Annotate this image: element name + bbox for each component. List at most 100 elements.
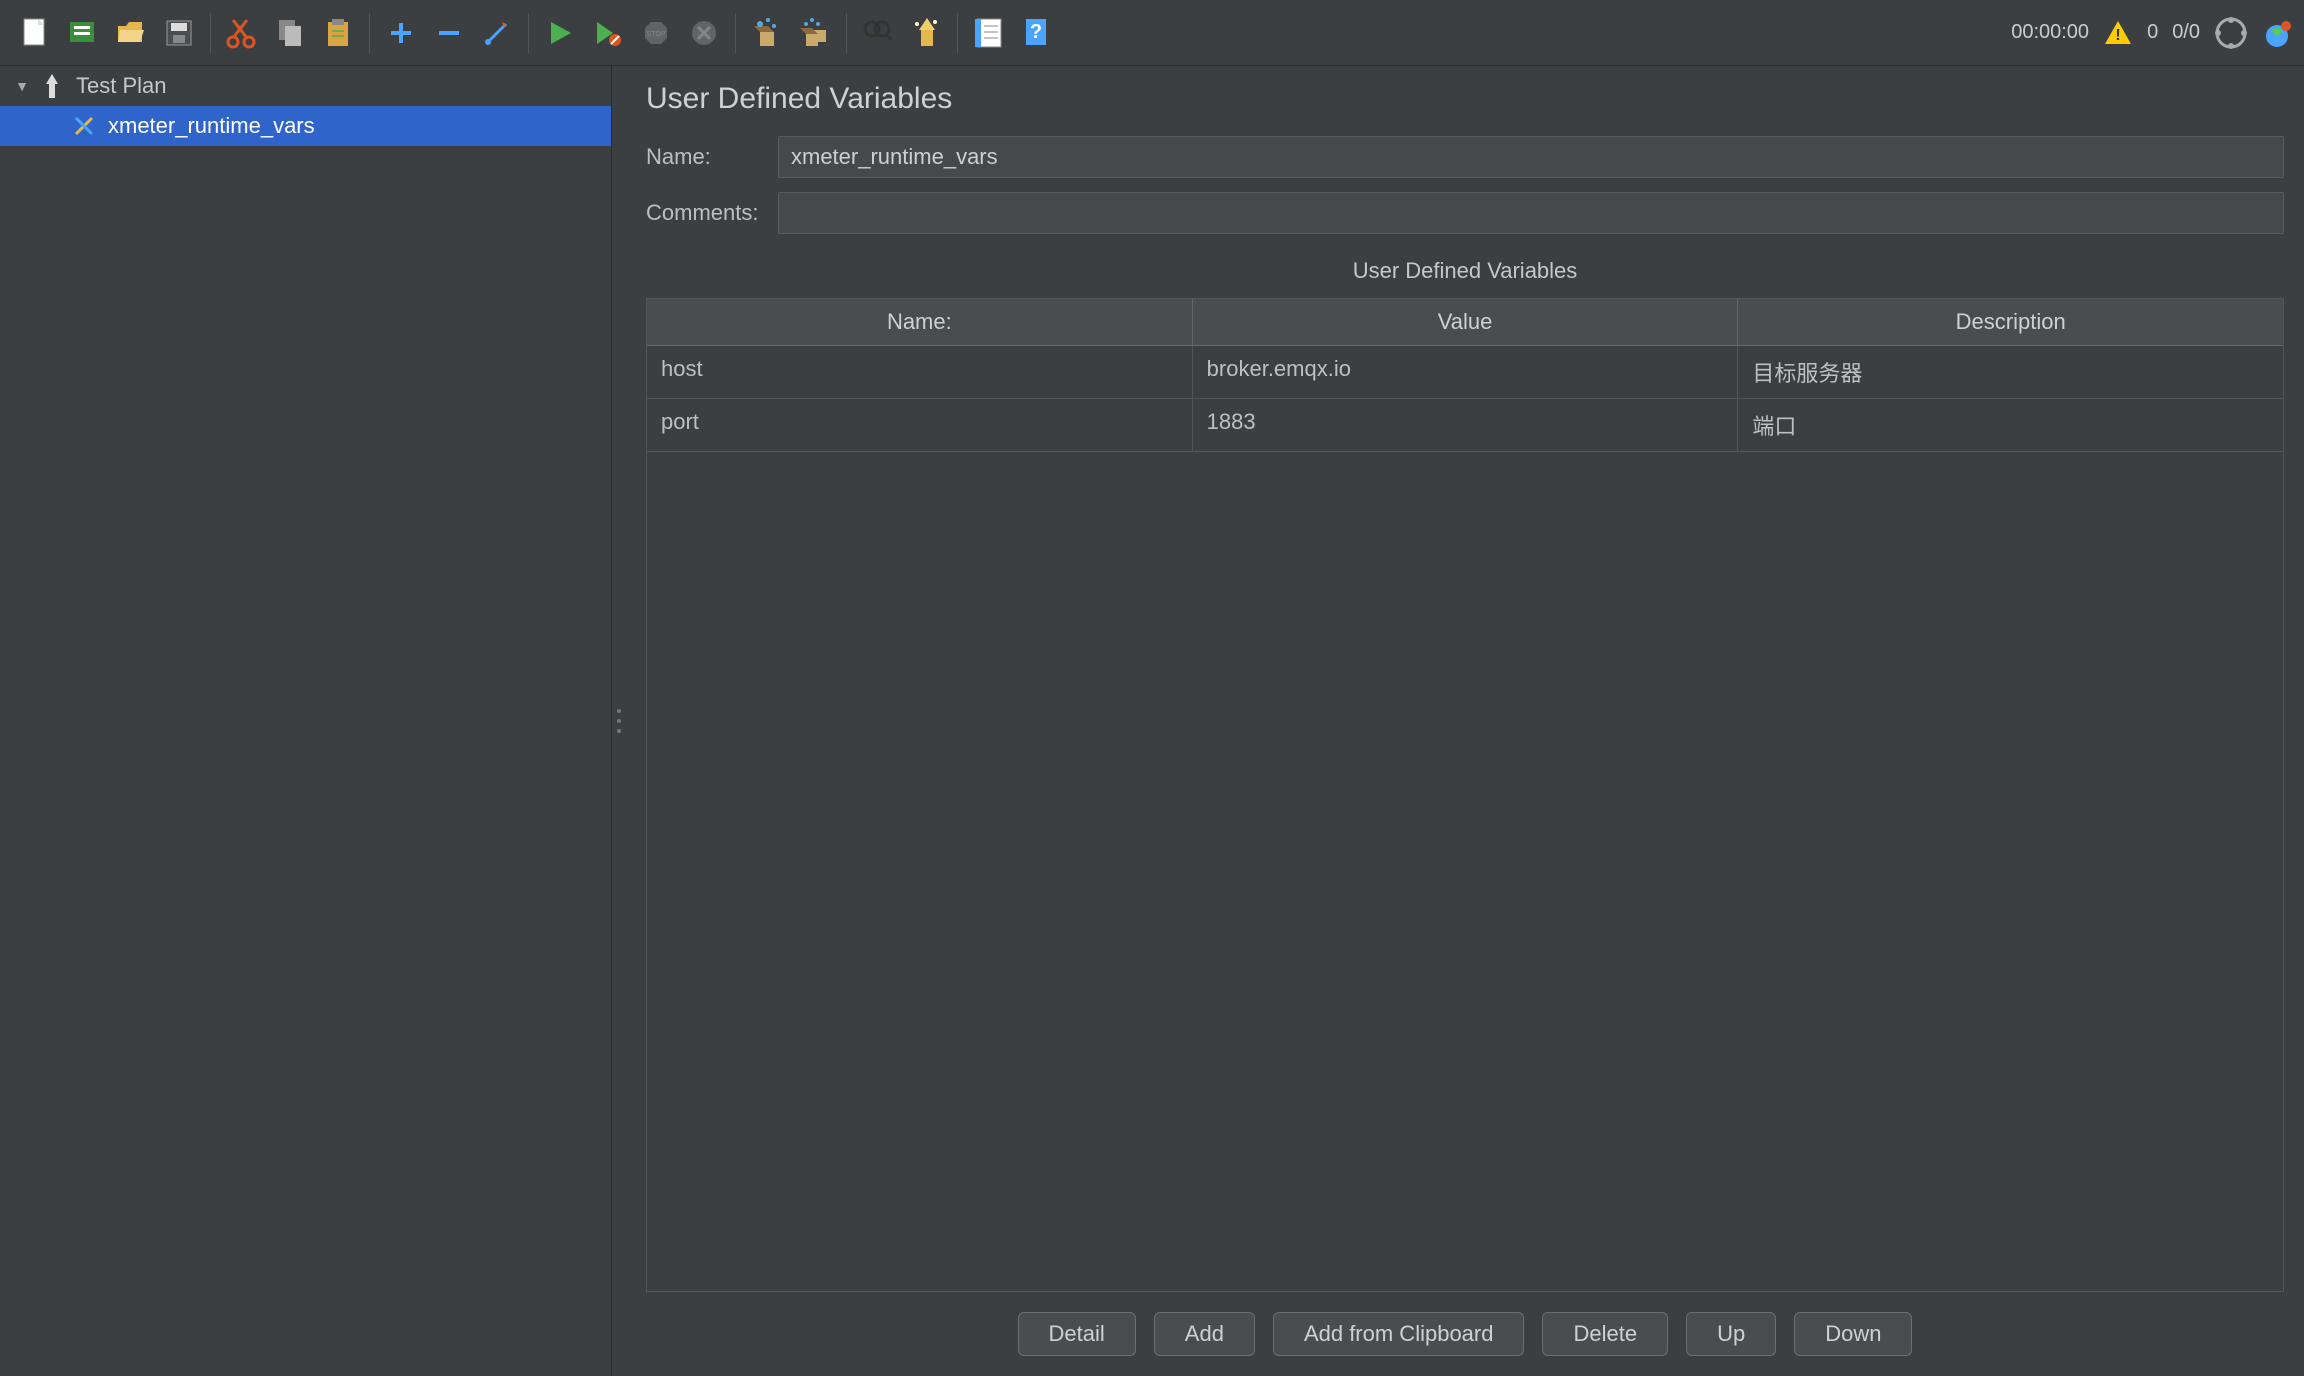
- cell-value[interactable]: broker.emqx.io: [1193, 346, 1739, 398]
- tree-item-label: xmeter_runtime_vars: [108, 113, 315, 139]
- function-helper-icon: [909, 16, 943, 50]
- detail-button[interactable]: Detail: [1018, 1312, 1136, 1356]
- toolbar-separator: [846, 13, 847, 53]
- new-button[interactable]: [12, 10, 58, 56]
- variables-table: Name: Value Description host broker.emqx…: [646, 298, 2284, 1292]
- table-row[interactable]: port 1883 端口: [647, 399, 2283, 452]
- column-header-value[interactable]: Value: [1193, 299, 1739, 345]
- column-header-name[interactable]: Name:: [647, 299, 1193, 345]
- editor-title: User Defined Variables: [646, 82, 2284, 116]
- svg-text:STOP: STOP: [647, 31, 666, 38]
- toolbar-separator: [528, 13, 529, 53]
- start-no-pause-icon: [593, 18, 623, 48]
- svg-text:?: ?: [1030, 21, 1042, 43]
- delete-button[interactable]: Delete: [1542, 1312, 1668, 1356]
- search-icon: [861, 16, 895, 50]
- clear-button[interactable]: [744, 10, 790, 56]
- options-button[interactable]: [966, 10, 1012, 56]
- toggle-icon: [480, 16, 514, 50]
- comments-row: Comments:: [646, 192, 2284, 234]
- table-body: host broker.emqx.io 目标服务器 port 1883 端口: [647, 346, 2283, 1291]
- clear-icon: [750, 16, 784, 50]
- paste-button[interactable]: [315, 10, 361, 56]
- open-button[interactable]: [108, 10, 154, 56]
- toolbar-group-file: [12, 10, 202, 56]
- toolbar: STOP: [0, 0, 2304, 66]
- shutdown-button[interactable]: [681, 10, 727, 56]
- toolbar-group-run: STOP: [537, 10, 727, 56]
- cell-name[interactable]: host: [647, 346, 1193, 398]
- splitter-grip-icon: [617, 709, 621, 733]
- toolbar-separator: [957, 13, 958, 53]
- copy-button[interactable]: [267, 10, 313, 56]
- new-file-icon: [18, 16, 52, 50]
- function-helper-button[interactable]: [903, 10, 949, 56]
- save-icon: [162, 16, 196, 50]
- comments-label: Comments:: [646, 200, 778, 226]
- comments-input[interactable]: [778, 192, 2284, 234]
- cell-name[interactable]: port: [647, 399, 1193, 451]
- variables-icon: [70, 114, 98, 138]
- clear-all-button[interactable]: [792, 10, 838, 56]
- cell-description[interactable]: 目标服务器: [1738, 346, 2283, 398]
- test-plan-icon: [38, 72, 66, 100]
- tree-root-label: Test Plan: [76, 73, 167, 99]
- tree-root[interactable]: ▼ Test Plan: [0, 66, 611, 106]
- stop-button[interactable]: STOP: [633, 10, 679, 56]
- search-button[interactable]: [855, 10, 901, 56]
- threads-gauge-icon: [2214, 16, 2248, 50]
- main-area: ▼ Test Plan xmeter_runtime_vars User Def…: [0, 66, 2304, 1376]
- status-errors: 0: [2147, 21, 2158, 44]
- warning-icon: !: [2103, 18, 2133, 48]
- cut-button[interactable]: [219, 10, 265, 56]
- status-time: 00:00:00: [2011, 21, 2089, 44]
- panel-splitter[interactable]: [612, 66, 626, 1376]
- help-icon: ?: [1020, 16, 1054, 50]
- up-button[interactable]: Up: [1686, 1312, 1776, 1356]
- toolbar-group-help: ?: [966, 10, 1060, 56]
- tree-toggle-icon[interactable]: ▼: [12, 78, 32, 94]
- toolbar-group-edit: [219, 10, 361, 56]
- name-row: Name:: [646, 136, 2284, 178]
- cell-value[interactable]: 1883: [1193, 399, 1739, 451]
- toolbar-separator: [369, 13, 370, 53]
- add-button[interactable]: Add: [1154, 1312, 1255, 1356]
- table-row[interactable]: host broker.emqx.io 目标服务器: [647, 346, 2283, 399]
- tree-item-xmeter-runtime-vars[interactable]: xmeter_runtime_vars: [0, 106, 611, 146]
- collapse-icon: [435, 19, 463, 47]
- toolbar-separator: [210, 13, 211, 53]
- cell-description[interactable]: 端口: [1738, 399, 2283, 451]
- toolbar-group-tree: [378, 10, 520, 56]
- expand-button[interactable]: [378, 10, 424, 56]
- save-button[interactable]: [156, 10, 202, 56]
- name-input[interactable]: [778, 136, 2284, 178]
- down-button[interactable]: Down: [1794, 1312, 1912, 1356]
- start-no-pause-button[interactable]: [585, 10, 631, 56]
- tree-panel: ▼ Test Plan xmeter_runtime_vars: [0, 66, 612, 1376]
- copy-icon: [273, 16, 307, 50]
- app-root: STOP: [0, 0, 2304, 1376]
- start-button[interactable]: [537, 10, 583, 56]
- svg-text:!: !: [2115, 27, 2120, 44]
- collapse-button[interactable]: [426, 10, 472, 56]
- clear-all-icon: [798, 16, 832, 50]
- start-icon: [545, 18, 575, 48]
- toolbar-group-clear: [744, 10, 838, 56]
- expand-icon: [387, 19, 415, 47]
- help-button[interactable]: ?: [1014, 10, 1060, 56]
- shutdown-icon: [689, 18, 719, 48]
- column-header-description[interactable]: Description: [1738, 299, 2283, 345]
- toolbar-status: 00:00:00 ! 0 0/0: [2011, 16, 2292, 50]
- world-icon: [2262, 18, 2292, 48]
- add-from-clipboard-button[interactable]: Add from Clipboard: [1273, 1312, 1525, 1356]
- toolbar-group-tools: [855, 10, 949, 56]
- cut-icon: [225, 16, 259, 50]
- options-icon: [972, 16, 1006, 50]
- toggle-button[interactable]: [474, 10, 520, 56]
- templates-icon: [66, 16, 100, 50]
- templates-button[interactable]: [60, 10, 106, 56]
- name-label: Name:: [646, 144, 778, 170]
- editor-panel: User Defined Variables Name: Comments: U…: [626, 66, 2304, 1376]
- stop-icon: STOP: [641, 18, 671, 48]
- paste-icon: [321, 16, 355, 50]
